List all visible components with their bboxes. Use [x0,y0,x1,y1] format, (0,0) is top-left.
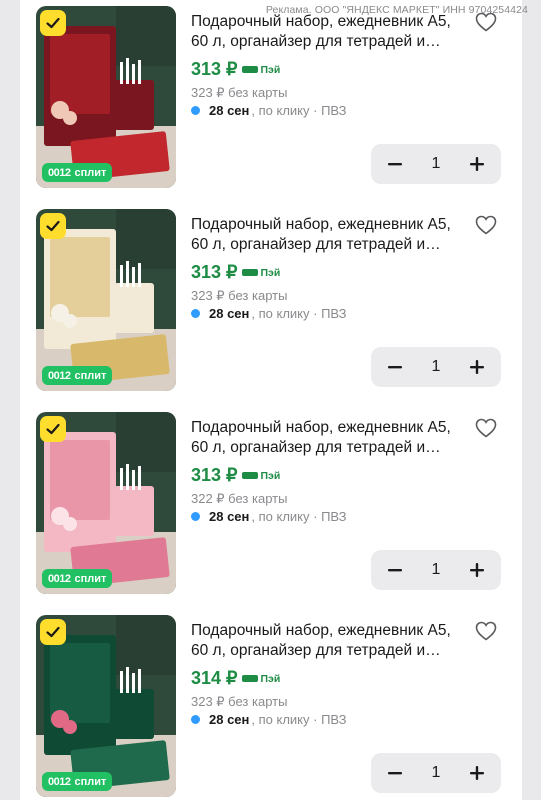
split-badge: 0012 сплит [42,569,113,588]
product-image[interactable]: 0012 сплит [36,412,176,594]
quantity-value: 1 [431,764,441,781]
split-badge: 0012 сплит [42,366,113,385]
price-without-card: 323 ₽ без карты [191,288,288,303]
price-row: 313 ₽ Пэй [191,465,280,486]
quantity-stepper[interactable]: 1 [371,347,501,387]
price: 314 ₽ [191,668,238,688]
plus-button[interactable] [463,759,491,787]
product-image[interactable]: 0012 сплит [36,6,176,188]
plus-icon [470,563,484,577]
split-badge: 0012 сплит [42,772,113,791]
quantity-stepper[interactable]: 1 [371,144,501,184]
delivery-dot-icon [191,715,200,724]
split-dots: 0012 [48,369,71,382]
product-title[interactable]: Подарочный набор, ежедневник А5, 60 л, о… [191,418,461,458]
split-label: сплит [74,369,107,382]
quantity-stepper[interactable]: 1 [371,550,501,590]
delivery-details: , по клику · ПВЗ [251,103,347,118]
split-dots: 0012 [48,775,71,788]
price-without-card: 323 ₽ без карты [191,694,288,709]
price-row: 314 ₽ Пэй [191,668,280,689]
plus-button[interactable] [463,150,491,178]
product-card-1[interactable]: 0012 сплит Подарочный набор, ежедневник … [36,6,506,188]
heart-outline-icon[interactable] [474,213,498,237]
split-label: сплит [74,572,107,585]
delivery-details: , по клику · ПВЗ [251,509,347,524]
pay-card-chip: Пэй [241,470,280,482]
product-image[interactable]: 0012 сплит [36,615,176,797]
pay-card-chip: Пэй [241,267,280,279]
price: 313 ₽ [191,465,238,485]
quantity-value: 1 [431,561,441,578]
price-row: 313 ₽ Пэй [191,59,280,80]
product-title[interactable]: Подарочный набор, ежедневник А5, 60 л, о… [191,621,461,661]
minus-icon [388,569,402,572]
price-row: 313 ₽ Пэй [191,262,280,283]
minus-icon [388,366,402,369]
plus-button[interactable] [463,556,491,584]
delivery-date: 28 сен [209,103,250,118]
check-icon[interactable] [40,416,66,442]
pay-card-chip: Пэй [241,64,280,76]
product-card-3[interactable]: 0012 сплит Подарочный набор, ежедневник … [36,412,506,594]
price: 313 ₽ [191,262,238,282]
split-dots: 0012 [48,166,71,179]
price: 313 ₽ [191,59,238,79]
split-dots: 0012 [48,572,71,585]
split-label: сплит [74,166,107,179]
delivery-info: 28 сен , по клику · ПВЗ [191,306,347,321]
product-title[interactable]: Подарочный набор, ежедневник А5, 60 л, о… [191,12,461,52]
product-card-4[interactable]: 0012 сплит Подарочный набор, ежедневник … [36,615,506,797]
split-label: сплит [74,775,107,788]
heart-outline-icon[interactable] [474,10,498,34]
price-without-card: 323 ₽ без карты [191,85,288,100]
product-card-2[interactable]: 0012 сплит Подарочный набор, ежедневник … [36,209,506,391]
delivery-info: 28 сен , по клику · ПВЗ [191,103,347,118]
delivery-details: , по клику · ПВЗ [251,712,347,727]
plus-icon [470,766,484,780]
delivery-date: 28 сен [209,306,250,321]
card-icon [241,66,258,73]
delivery-info: 28 сен , по клику · ПВЗ [191,712,347,727]
minus-button[interactable] [381,759,409,787]
product-image[interactable]: 0012 сплит [36,209,176,391]
split-badge: 0012 сплит [42,163,113,182]
delivery-date: 28 сен [209,712,250,727]
delivery-dot-icon [191,512,200,521]
delivery-dot-icon [191,309,200,318]
plus-icon [470,157,484,171]
plus-icon [470,360,484,374]
quantity-value: 1 [431,155,441,172]
product-title[interactable]: Подарочный набор, ежедневник А5, 60 л, о… [191,215,461,255]
card-icon [241,675,258,682]
card-icon [241,269,258,276]
price-without-card: 322 ₽ без карты [191,491,288,506]
delivery-info: 28 сен , по клику · ПВЗ [191,509,347,524]
quantity-value: 1 [431,358,441,375]
quantity-stepper[interactable]: 1 [371,753,501,793]
pay-card-chip: Пэй [241,673,280,685]
minus-icon [388,163,402,166]
minus-button[interactable] [381,150,409,178]
minus-button[interactable] [381,556,409,584]
plus-button[interactable] [463,353,491,381]
heart-outline-icon[interactable] [474,619,498,643]
delivery-details: , по клику · ПВЗ [251,306,347,321]
card-icon [241,472,258,479]
check-icon[interactable] [40,10,66,36]
delivery-date: 28 сен [209,509,250,524]
check-icon[interactable] [40,619,66,645]
check-icon[interactable] [40,213,66,239]
heart-outline-icon[interactable] [474,416,498,440]
minus-icon [388,772,402,775]
minus-button[interactable] [381,353,409,381]
delivery-dot-icon [191,106,200,115]
